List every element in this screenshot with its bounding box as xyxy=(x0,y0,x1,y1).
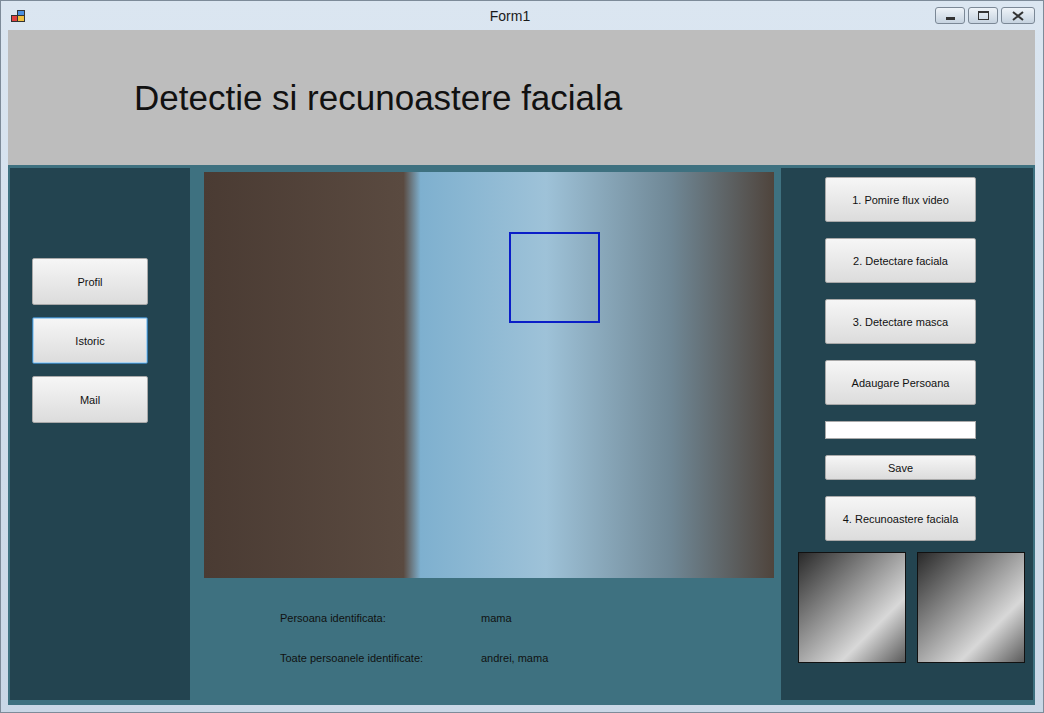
window-title: Form1 xyxy=(25,8,935,24)
sidebar-item[interactable]: Mail xyxy=(32,376,148,423)
face-sample xyxy=(917,552,1025,663)
sidebar-item[interactable]: Profil xyxy=(32,258,148,305)
sidebar: Profil Istoric Mail xyxy=(10,168,190,700)
face-sample xyxy=(798,552,906,663)
header: Detectie si recunoastere faciala xyxy=(8,30,1035,165)
maximize-icon[interactable] xyxy=(968,7,998,24)
header-title: Detectie si recunoastere faciala xyxy=(134,78,622,118)
action-button[interactable]: Adaugare Persoana xyxy=(825,360,976,405)
actions-panel: 1. Pomire flux video 2. Detectare faciala… xyxy=(781,168,1033,700)
action-button[interactable]: 2. Detectare faciala xyxy=(825,238,976,283)
action-button[interactable]: Save xyxy=(825,455,976,480)
client-area: Detectie si recunoastere faciala Profil Is… xyxy=(8,30,1035,705)
result-label: Toate persoanele identificate: xyxy=(280,652,481,664)
minimize-icon[interactable] xyxy=(935,7,965,24)
action-button[interactable]: 3. Detectare masca xyxy=(825,299,976,344)
window: Form1 Detectie si recunoastere faciala Pro… xyxy=(0,0,1044,713)
results: Persoana identificata:mama Toate persoane… xyxy=(204,612,781,664)
title-bar: Form1 xyxy=(1,1,1043,30)
video-frame xyxy=(204,172,774,578)
result-value: andrei, mama xyxy=(481,652,781,664)
result-value: mama xyxy=(481,612,781,624)
close-icon[interactable] xyxy=(1001,7,1035,24)
sidebar-item[interactable]: Istoric xyxy=(32,317,148,364)
center-panel: Persoana identificata:mama Toate persoane… xyxy=(190,168,781,700)
face-samples xyxy=(798,552,1033,663)
name-field[interactable] xyxy=(825,421,976,439)
app-icon xyxy=(11,10,25,22)
result-label: Persoana identificata: xyxy=(280,612,481,624)
action-button[interactable]: 1. Pomire flux video xyxy=(825,177,976,222)
main-area: Profil Istoric Mail Persoana identificata:m… xyxy=(8,165,1035,705)
face-box xyxy=(509,232,600,323)
action-button[interactable]: 4. Recunoastere faciala xyxy=(825,496,976,541)
